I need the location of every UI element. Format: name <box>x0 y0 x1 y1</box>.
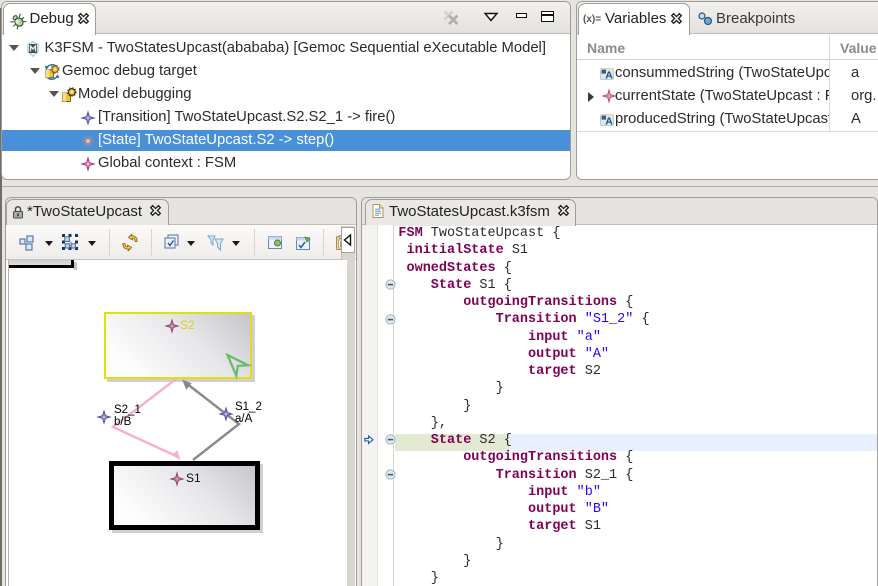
svg-text:A: A <box>605 116 613 128</box>
svg-text:A: A <box>605 70 613 82</box>
